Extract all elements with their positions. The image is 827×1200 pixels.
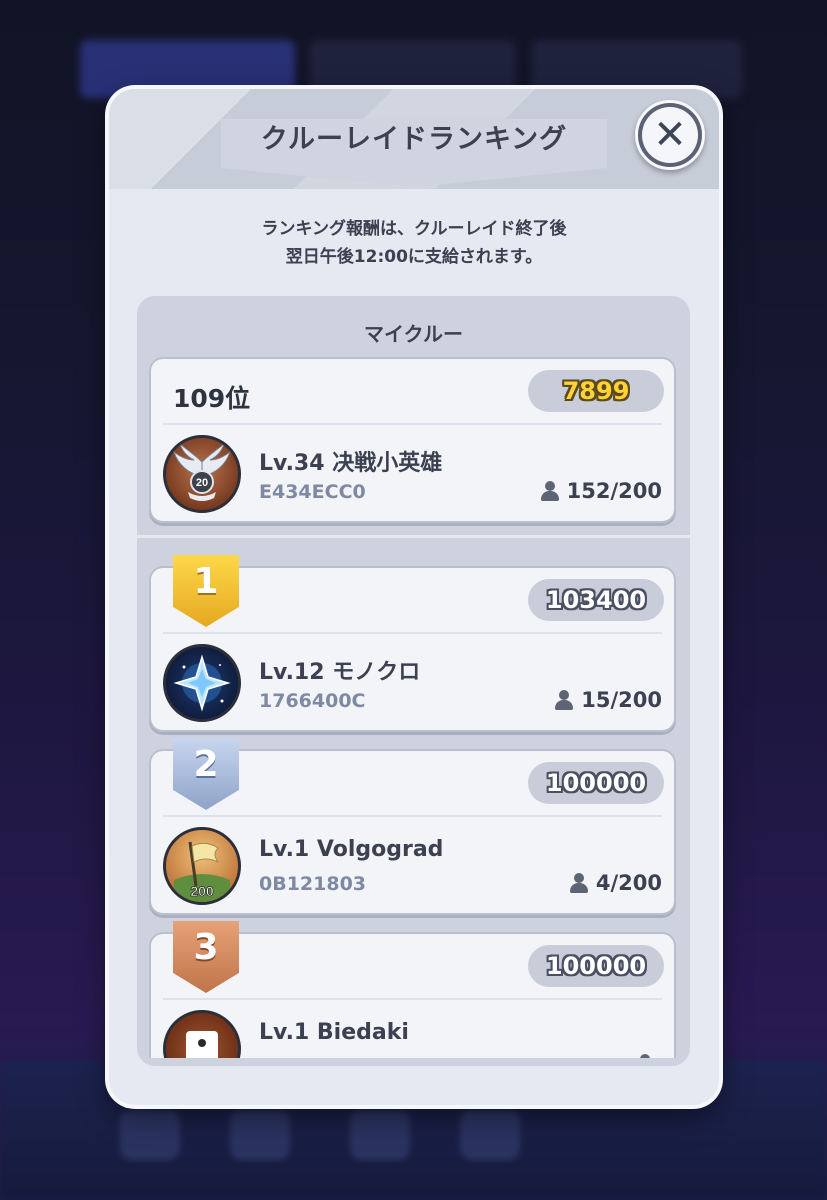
card-divider <box>163 423 662 425</box>
close-button[interactable]: ✕ <box>635 100 705 170</box>
ranking-member-count: 4/200 <box>595 871 662 895</box>
member-icon <box>569 873 588 893</box>
wings-emblem-icon: 20 <box>163 435 241 513</box>
notice-line-1: ランキング報酬は、クルーレイド終了後 <box>261 219 567 239</box>
close-icon[interactable]: ✕ <box>642 107 698 163</box>
ranking-row[interactable]: 3 100000 Lv.1 Biedaki <box>149 921 676 1058</box>
notice-line-2: 翌日午後12:00に支給されます。 <box>285 247 543 267</box>
ranking-members <box>636 1054 662 1058</box>
ranking-crew-id: 1766400C <box>259 690 366 712</box>
my-crew-name: Lv.34 决戦小英雄 <box>259 451 443 476</box>
my-crew-score: 7899 <box>528 370 664 412</box>
my-crew-card[interactable]: 109位 7899 20 Lv.34 决戦小英雄 E434ECC0 152/20… <box>149 357 676 523</box>
ranking-members: 4/200 <box>569 871 662 895</box>
emblem-level-label: 200 <box>190 883 214 899</box>
rank-badge-gold: 1 <box>173 555 239 627</box>
section-divider <box>137 535 690 538</box>
member-icon <box>636 1054 654 1058</box>
my-crew-member-count: 152/200 <box>566 479 662 503</box>
ranking-list[interactable]: 1 103400 Lv.12 モノクロ 1766400C 15/200 2 10… <box>137 542 690 1058</box>
member-icon <box>555 690 574 710</box>
ranking-crew-id: 0B121803 <box>259 873 367 895</box>
ranking-crew-name: Lv.1 Biedaki <box>259 1020 409 1045</box>
my-crew-members: 152/200 <box>540 479 662 503</box>
reward-notice: ランキング報酬は、クルーレイド終了後 翌日午後12:00に支給されます。 <box>109 215 719 271</box>
ranking-members: 15/200 <box>555 688 662 712</box>
ranking-panel: マイクルー 109位 7899 20 Lv.34 决戦小英雄 E434ECC0 … <box>137 296 690 1066</box>
my-crew-rank: 109位 <box>173 384 251 413</box>
card-divider <box>163 815 662 817</box>
flag-emblem-icon: 200 <box>163 827 241 905</box>
ranking-crew-name: Lv.12 モノクロ <box>259 660 421 685</box>
ranking-score: 100000 <box>528 945 664 987</box>
card-divider <box>163 998 662 1000</box>
dice-emblem-icon <box>163 1010 241 1058</box>
rank-badge-silver: 2 <box>173 738 239 810</box>
star-emblem-icon <box>163 644 241 722</box>
emblem-level-label: 20 <box>196 477 208 489</box>
rank-badge-bronze: 3 <box>173 921 239 993</box>
my-crew-heading: マイクルー <box>364 322 463 346</box>
card-divider <box>163 632 662 634</box>
my-crew-id: E434ECC0 <box>259 481 366 503</box>
ranking-crew-name: Lv.1 Volgograd <box>259 837 444 862</box>
ranking-score: 100000 <box>528 762 664 804</box>
crew-raid-ranking-modal: クルーレイドランキング ✕ ランキング報酬は、クルーレイド終了後 翌日午後12:… <box>109 89 719 1105</box>
modal-title: クルーレイドランキング <box>260 124 568 155</box>
ranking-row[interactable]: 1 103400 Lv.12 モノクロ 1766400C 15/200 <box>149 555 676 732</box>
ranking-score: 103400 <box>528 579 664 621</box>
ranking-row[interactable]: 2 100000 200 Lv.1 Volgograd 0B121803 4/2… <box>149 738 676 915</box>
member-icon <box>540 481 559 501</box>
ranking-member-count: 15/200 <box>581 688 662 712</box>
